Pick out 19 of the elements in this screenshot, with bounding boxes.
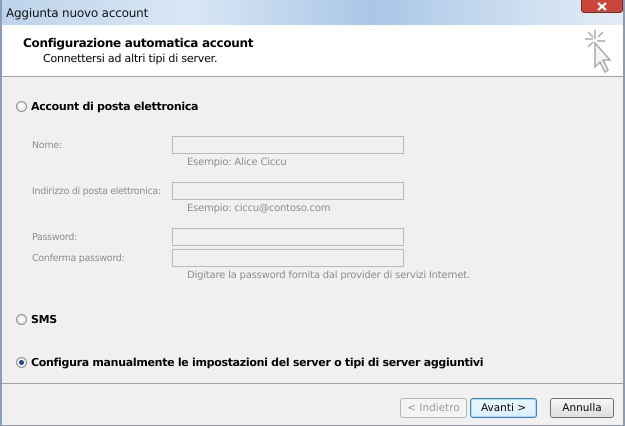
header-title: Configurazione automatica account bbox=[23, 36, 254, 50]
field-hint: Esempio: ciccu@contoso.com bbox=[187, 203, 332, 216]
radio-button[interactable] bbox=[16, 101, 27, 112]
radio-button[interactable] bbox=[16, 314, 27, 325]
wizard-button[interactable]: Annulla bbox=[550, 398, 614, 418]
field-label: Password: bbox=[32, 232, 78, 242]
field-label: Nome: bbox=[32, 140, 63, 150]
field-label: Conferma password: bbox=[32, 252, 126, 264]
field-label: Indirizzo di posta elettronica: bbox=[32, 186, 162, 196]
wizard-button[interactable]: Avanti > bbox=[470, 398, 537, 418]
window-title: Aggiunta nuovo account bbox=[6, 6, 148, 20]
field-hint: Esempio: Alice Ciccu bbox=[187, 157, 288, 170]
option-label[interactable]: SMS bbox=[31, 313, 57, 326]
radio-button[interactable] bbox=[16, 357, 27, 368]
close-icon[interactable] bbox=[581, 0, 623, 13]
header-subtitle: Connettersi ad altri tipi di server. bbox=[43, 52, 218, 65]
option-label[interactable]: Configura manualmente le impostazioni del server o tipi di server aggiuntivi bbox=[31, 356, 484, 369]
option-label[interactable]: Account di posta elettronica bbox=[31, 100, 198, 113]
field-hint: Digitare la password fornita dal provider di servizi Internet. bbox=[187, 270, 471, 283]
